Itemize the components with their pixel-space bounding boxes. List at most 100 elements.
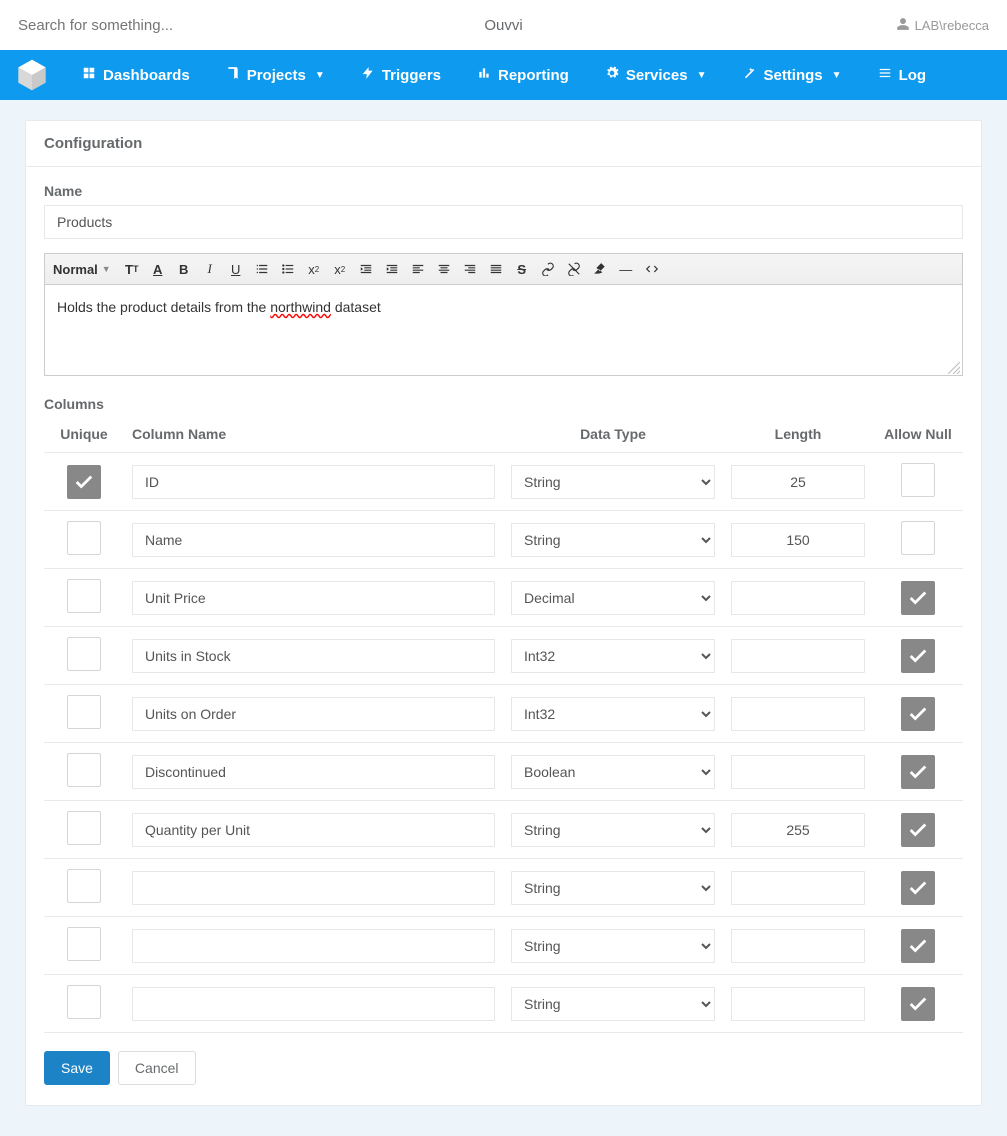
unique-checkbox[interactable] [67,695,101,729]
outdent-icon[interactable] [357,260,375,278]
description-textarea[interactable]: Holds the product details from the north… [45,285,962,375]
header-allow-null: Allow Null [873,416,963,453]
nav-dashboards-label: Dashboards [103,67,190,84]
unlink-icon[interactable] [565,260,583,278]
header-type: Data Type [503,416,723,453]
ordered-list-icon[interactable] [253,260,271,278]
allow-null-checkbox[interactable] [901,755,935,789]
allow-null-checkbox[interactable] [901,697,935,731]
font-size-icon[interactable]: TT [123,260,141,278]
cancel-button[interactable]: Cancel [118,1051,196,1085]
nav-log-label: Log [899,67,927,84]
nav-services[interactable]: Services ▼ [587,50,725,100]
nav-settings[interactable]: Settings ▼ [724,50,859,100]
caret-down-icon: ▼ [832,70,842,81]
horizontal-rule-icon[interactable]: — [617,260,635,278]
bold-icon[interactable]: B [175,260,193,278]
column-name-input[interactable] [132,581,495,615]
user-menu[interactable]: LAB\rebecca [896,17,989,34]
column-name-input[interactable] [132,523,495,557]
length-input[interactable] [731,697,865,731]
length-input[interactable] [731,813,865,847]
nav-triggers[interactable]: Triggers [343,50,459,100]
column-name-input[interactable] [132,755,495,789]
allow-null-checkbox[interactable] [901,521,935,555]
length-input[interactable] [731,639,865,673]
clear-format-icon[interactable] [591,260,609,278]
resize-handle-icon[interactable] [948,361,960,373]
length-input[interactable] [731,755,865,789]
unique-checkbox[interactable] [67,927,101,961]
strikethrough-icon[interactable]: S [513,260,531,278]
name-input[interactable] [44,205,963,239]
column-name-input[interactable] [132,697,495,731]
align-left-icon[interactable] [409,260,427,278]
column-name-input[interactable] [132,465,495,499]
description-text-prefix: Holds the product details from the [57,299,270,315]
data-type-select[interactable]: StringDecimalInt32Boolean [511,581,715,615]
column-name-input[interactable] [132,871,495,905]
description-text-misspell: northwind [270,299,331,315]
table-row: StringDecimalInt32Boolean [44,801,963,859]
length-input[interactable] [731,987,865,1021]
superscript-icon[interactable]: x2 [331,260,349,278]
table-row: StringDecimalInt32Boolean [44,917,963,975]
save-button[interactable]: Save [44,1051,110,1085]
unique-checkbox[interactable] [67,753,101,787]
rte-format-select[interactable]: Normal ▼ [53,262,115,277]
data-type-select[interactable]: StringDecimalInt32Boolean [511,987,715,1021]
unique-checkbox[interactable] [67,465,101,499]
data-type-select[interactable]: StringDecimalInt32Boolean [511,697,715,731]
top-bar: Ouvvi LAB\rebecca [0,0,1007,50]
subscript-icon[interactable]: x2 [305,260,323,278]
indent-icon[interactable] [383,260,401,278]
data-type-select[interactable]: StringDecimalInt32Boolean [511,639,715,673]
nav-projects[interactable]: Projects ▼ [208,50,343,100]
font-color-icon[interactable]: A [149,260,167,278]
nav-log[interactable]: Log [860,50,945,100]
data-type-select[interactable]: StringDecimalInt32Boolean [511,871,715,905]
allow-null-checkbox[interactable] [901,871,935,905]
length-input[interactable] [731,523,865,557]
column-name-input[interactable] [132,929,495,963]
allow-null-checkbox[interactable] [901,639,935,673]
unique-checkbox[interactable] [67,869,101,903]
align-right-icon[interactable] [461,260,479,278]
column-name-input[interactable] [132,813,495,847]
allow-null-checkbox[interactable] [901,463,935,497]
length-input[interactable] [731,581,865,615]
column-name-input[interactable] [132,639,495,673]
unique-checkbox[interactable] [67,521,101,555]
length-input[interactable] [731,929,865,963]
unique-checkbox[interactable] [67,811,101,845]
allow-null-checkbox[interactable] [901,929,935,963]
align-justify-icon[interactable] [487,260,505,278]
cogs-icon [605,66,619,84]
data-type-select[interactable]: StringDecimalInt32Boolean [511,465,715,499]
allow-null-checkbox[interactable] [901,987,935,1021]
unique-checkbox[interactable] [67,637,101,671]
description-editor: Normal ▼ TT A B I U x2 x2 [44,253,963,376]
unordered-list-icon[interactable] [279,260,297,278]
data-type-select[interactable]: StringDecimalInt32Boolean [511,755,715,789]
nav-reporting[interactable]: Reporting [459,50,587,100]
data-type-select[interactable]: StringDecimalInt32Boolean [511,813,715,847]
column-name-input[interactable] [132,987,495,1021]
data-type-select[interactable]: StringDecimalInt32Boolean [511,523,715,557]
underline-icon[interactable]: U [227,260,245,278]
link-icon[interactable] [539,260,557,278]
allow-null-checkbox[interactable] [901,813,935,847]
code-icon[interactable] [643,260,661,278]
length-input[interactable] [731,465,865,499]
align-center-icon[interactable] [435,260,453,278]
length-input[interactable] [731,871,865,905]
allow-null-checkbox[interactable] [901,581,935,615]
italic-icon[interactable]: I [201,260,219,278]
data-type-select[interactable]: StringDecimalInt32Boolean [511,929,715,963]
name-label: Name [44,183,963,199]
unique-checkbox[interactable] [67,579,101,613]
search-input[interactable] [18,17,268,34]
nav-dashboards[interactable]: Dashboards [64,50,208,100]
table-row: StringDecimalInt32Boolean [44,511,963,569]
unique-checkbox[interactable] [67,985,101,1019]
